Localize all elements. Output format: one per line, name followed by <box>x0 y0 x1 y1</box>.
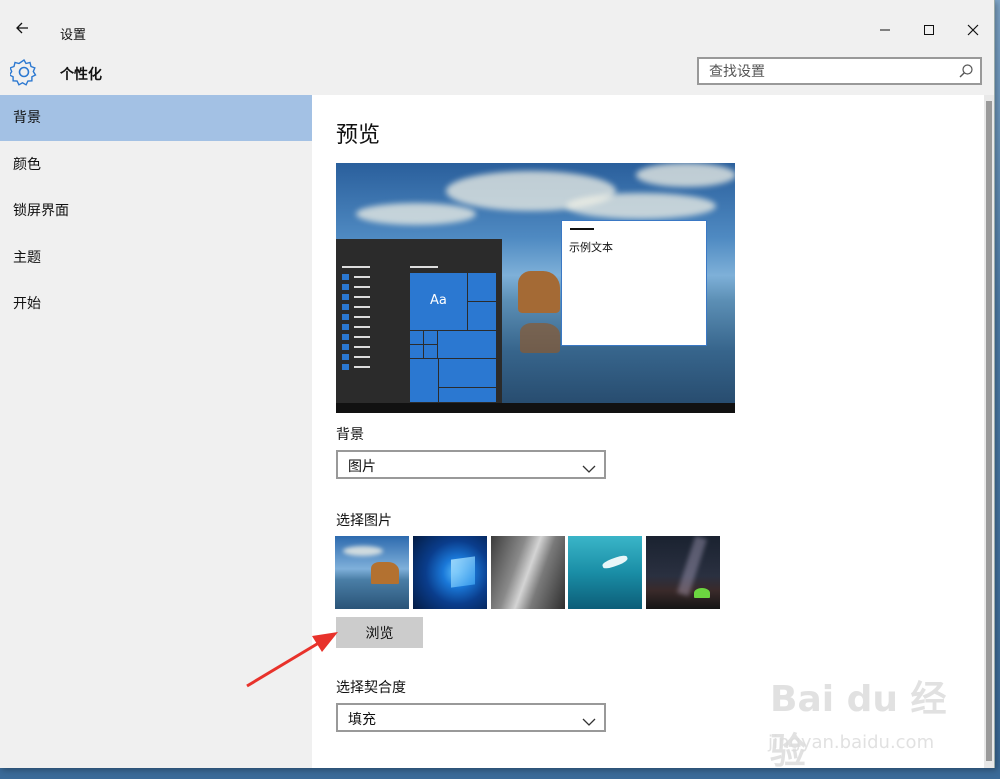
preview-tile <box>409 330 424 345</box>
sidebar-item-start[interactable]: 开始 <box>0 281 312 327</box>
preview-menu-line <box>354 346 370 348</box>
sidebar-item-background[interactable]: 背景 <box>0 95 312 141</box>
maximize-icon[interactable] <box>911 18 947 46</box>
preview-start-menu: Aa <box>336 239 502 403</box>
preview-tile <box>438 387 497 403</box>
scrollbar-thumb[interactable] <box>986 101 992 761</box>
preview-menu-square <box>342 364 349 370</box>
preview-window: 示例文本 <box>561 220 707 346</box>
preview-window-bar <box>570 228 594 230</box>
thumb-windows-logo <box>451 556 475 588</box>
preview-cloud <box>636 163 735 187</box>
watermark: Bai du 经验 jingyan.baidu.com <box>762 670 962 772</box>
preview-menu-line <box>354 366 370 368</box>
preview-menu-square <box>342 284 349 290</box>
picture-thumbnail-night-sky[interactable] <box>646 536 720 609</box>
preview-menu-square <box>342 304 349 310</box>
picture-thumbnail-beach[interactable] <box>335 536 409 609</box>
background-preview: Aa 示例文本 <box>336 163 735 413</box>
thumb-tent <box>694 588 710 598</box>
preview-menu-square <box>342 354 349 360</box>
search-icon[interactable] <box>958 63 974 79</box>
preview-tile <box>409 358 439 403</box>
preview-menu-line <box>342 266 370 268</box>
sidebar-item-themes[interactable]: 主题 <box>0 235 312 281</box>
preview-tile <box>409 344 424 359</box>
sidebar: 背景 颜色 锁屏界面 主题 开始 <box>0 95 312 768</box>
chevron-down-icon <box>582 712 596 726</box>
preview-menu-line <box>354 316 370 318</box>
fit-dropdown-value: 填充 <box>348 712 376 728</box>
preview-taskbar <box>336 403 735 413</box>
preview-tile <box>423 344 438 359</box>
sidebar-item-lock-screen[interactable]: 锁屏界面 <box>0 188 312 234</box>
main-content: 预览 Aa 示例文本 背景 图片 选择图片 浏览 选择契合度 填充 <box>312 95 984 768</box>
preview-tile <box>467 272 497 302</box>
preview-menu-line <box>410 266 438 268</box>
preview-menu-line <box>354 296 370 298</box>
preview-tile-large: Aa <box>409 272 468 331</box>
preview-menu-line <box>354 336 370 338</box>
chevron-down-icon <box>582 459 596 473</box>
preview-menu-line <box>354 276 370 278</box>
preview-menu-line <box>354 356 370 358</box>
back-arrow-icon[interactable] <box>12 20 32 40</box>
page-title: 个性化 <box>60 67 102 83</box>
preview-menu-line <box>354 286 370 288</box>
browse-button[interactable]: 浏览 <box>336 617 423 648</box>
preview-rock-reflection <box>520 323 560 353</box>
watermark-url: jingyan.baidu.com <box>768 732 935 753</box>
picture-thumbnail-underwater[interactable] <box>568 536 642 609</box>
fit-label: 选择契合度 <box>336 680 406 696</box>
preview-tile <box>423 330 438 345</box>
fit-dropdown[interactable]: 填充 <box>336 703 606 732</box>
choose-picture-label: 选择图片 <box>336 513 392 529</box>
preview-menu-line <box>354 326 370 328</box>
minimize-icon[interactable] <box>867 18 903 46</box>
preview-tile <box>438 358 497 388</box>
preview-menu-square <box>342 334 349 340</box>
picture-thumbnail-cliff[interactable] <box>491 536 565 609</box>
preview-tile-text: Aa <box>430 293 447 308</box>
preview-menu-line <box>354 306 370 308</box>
preview-heading: 预览 <box>336 123 381 148</box>
watermark-brand: Bai du 经验 <box>770 679 947 772</box>
search-input[interactable] <box>707 62 951 82</box>
preview-tile <box>467 301 497 331</box>
preview-sample-text: 示例文本 <box>569 241 613 254</box>
preview-menu-square <box>342 344 349 350</box>
thumb-rock <box>371 562 399 584</box>
title-bar: 设置 <box>0 0 994 48</box>
thumb-swimmer <box>601 553 629 571</box>
preview-cloud <box>566 193 716 219</box>
close-icon[interactable] <box>955 18 991 46</box>
background-dropdown-value: 图片 <box>348 459 376 475</box>
preview-cloud <box>356 203 476 225</box>
search-box[interactable] <box>697 57 982 85</box>
page-header: 个性化 <box>0 48 994 95</box>
window-title: 设置 <box>60 28 87 43</box>
preview-menu-square <box>342 314 349 320</box>
background-label: 背景 <box>336 427 364 443</box>
preview-tile <box>437 330 497 360</box>
preview-menu-square <box>342 274 349 280</box>
picture-thumbnail-windows[interactable] <box>413 536 487 609</box>
sidebar-item-colors[interactable]: 颜色 <box>0 142 312 188</box>
vertical-scrollbar[interactable] <box>984 95 994 768</box>
settings-window: 设置 个性化 背景 颜色 锁屏界面 主题 开始 <box>0 0 995 768</box>
gear-icon <box>8 58 38 86</box>
preview-menu-square <box>342 294 349 300</box>
preview-rock <box>518 271 560 313</box>
background-dropdown[interactable]: 图片 <box>336 450 606 479</box>
thumb-cloud <box>343 546 383 556</box>
preview-menu-square <box>342 324 349 330</box>
